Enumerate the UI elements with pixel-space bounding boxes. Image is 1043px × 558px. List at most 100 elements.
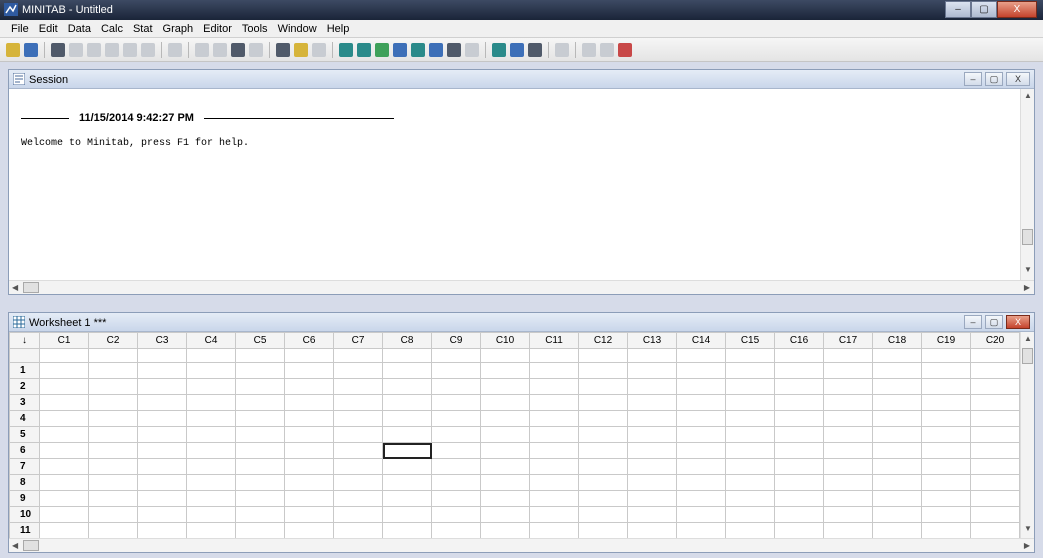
- data-cell[interactable]: [872, 394, 922, 411]
- data-cell[interactable]: [872, 506, 922, 523]
- data-cell[interactable]: [970, 426, 1020, 443]
- data-cell[interactable]: [284, 522, 334, 539]
- pen-icon[interactable]: [618, 42, 632, 57]
- data-cell[interactable]: [529, 362, 579, 379]
- data-cell[interactable]: [529, 490, 579, 507]
- column-header[interactable]: C17: [823, 332, 873, 349]
- session-close-button[interactable]: X: [1006, 72, 1030, 86]
- data-cell[interactable]: [627, 490, 677, 507]
- data-cell[interactable]: [921, 394, 971, 411]
- data-cell[interactable]: [529, 506, 579, 523]
- data-cell[interactable]: [774, 410, 824, 427]
- data-cell[interactable]: [382, 394, 432, 411]
- data-cell[interactable]: [578, 490, 628, 507]
- scroll-left-icon[interactable]: ◀: [12, 541, 18, 550]
- data-cell[interactable]: [823, 426, 873, 443]
- data-cell[interactable]: [970, 410, 1020, 427]
- data-cell[interactable]: [823, 458, 873, 475]
- edit-last-dialog-icon[interactable]: [168, 42, 182, 57]
- data-cell[interactable]: [382, 410, 432, 427]
- data-cell[interactable]: [627, 458, 677, 475]
- data-cell[interactable]: [627, 522, 677, 539]
- column-icon[interactable]: [510, 42, 524, 57]
- data-cell[interactable]: [774, 506, 824, 523]
- data-cell[interactable]: [39, 378, 89, 395]
- data-cell[interactable]: [676, 442, 726, 459]
- data-cell[interactable]: [627, 394, 677, 411]
- data-cell[interactable]: [137, 378, 187, 395]
- print-icon[interactable]: [51, 42, 65, 57]
- scroll-down-icon[interactable]: ▼: [1024, 265, 1032, 274]
- data-cell[interactable]: [480, 458, 530, 475]
- data-cell[interactable]: [823, 362, 873, 379]
- data-cell[interactable]: [578, 522, 628, 539]
- column-name-cell[interactable]: [186, 348, 236, 363]
- column-name-cell[interactable]: [578, 348, 628, 363]
- worksheet-hscroll-thumb[interactable]: [23, 540, 39, 551]
- data-cell[interactable]: [725, 522, 775, 539]
- menu-window[interactable]: Window: [273, 23, 322, 35]
- data-cell[interactable]: [480, 362, 530, 379]
- data-cell[interactable]: [137, 474, 187, 491]
- scroll-up-icon[interactable]: ▲: [1024, 91, 1032, 100]
- close-button[interactable]: X: [997, 1, 1037, 18]
- data-cell[interactable]: [137, 506, 187, 523]
- data-cell[interactable]: [921, 506, 971, 523]
- column-header[interactable]: C4: [186, 332, 236, 349]
- data-cell[interactable]: [823, 378, 873, 395]
- previous-icon[interactable]: [195, 42, 209, 57]
- column-header[interactable]: C3: [137, 332, 187, 349]
- data-cell[interactable]: [382, 490, 432, 507]
- data-cell[interactable]: [235, 458, 285, 475]
- data-cell[interactable]: [872, 474, 922, 491]
- data-cell[interactable]: [88, 458, 138, 475]
- related-docs-icon[interactable]: [447, 42, 461, 57]
- stat-guide-icon[interactable]: [312, 42, 326, 57]
- data-cell[interactable]: [823, 394, 873, 411]
- scroll-left-icon[interactable]: ◀: [12, 283, 18, 292]
- data-cell[interactable]: [235, 362, 285, 379]
- column-header[interactable]: C5: [235, 332, 285, 349]
- data-cell[interactable]: [431, 426, 481, 443]
- column-name-cell[interactable]: [823, 348, 873, 363]
- row-header[interactable]: 3: [9, 394, 40, 411]
- column-name-cell[interactable]: [382, 348, 432, 363]
- data-cell[interactable]: [186, 362, 236, 379]
- data-cell[interactable]: [88, 490, 138, 507]
- menu-edit[interactable]: Edit: [34, 23, 63, 35]
- data-cell[interactable]: [627, 378, 677, 395]
- data-cell[interactable]: [284, 474, 334, 491]
- row-header[interactable]: 7: [9, 458, 40, 475]
- column-header[interactable]: C18: [872, 332, 922, 349]
- column-header[interactable]: C19: [921, 332, 971, 349]
- column-header[interactable]: C7: [333, 332, 383, 349]
- data-cell[interactable]: [431, 410, 481, 427]
- data-cell[interactable]: [627, 442, 677, 459]
- column-name-cell[interactable]: [333, 348, 383, 363]
- column-header[interactable]: C11: [529, 332, 579, 349]
- column-name-cell[interactable]: [627, 348, 677, 363]
- data-cell[interactable]: [872, 378, 922, 395]
- column-header[interactable]: C20: [970, 332, 1020, 349]
- maximize-button[interactable]: ▢: [971, 1, 997, 18]
- data-cell[interactable]: [333, 442, 383, 459]
- data-cell[interactable]: [382, 426, 432, 443]
- data-cell[interactable]: [921, 490, 971, 507]
- data-cell[interactable]: [333, 506, 383, 523]
- data-cell[interactable]: [39, 394, 89, 411]
- data-cell[interactable]: [382, 378, 432, 395]
- data-cell[interactable]: [823, 522, 873, 539]
- data-cell[interactable]: [970, 442, 1020, 459]
- data-cell[interactable]: [921, 442, 971, 459]
- worksheet-close-button[interactable]: X: [1006, 315, 1030, 329]
- data-cell[interactable]: [725, 378, 775, 395]
- data-cell[interactable]: [39, 474, 89, 491]
- menu-file[interactable]: File: [6, 23, 34, 35]
- session-minimize-button[interactable]: –: [964, 72, 982, 86]
- column-header[interactable]: C1: [39, 332, 89, 349]
- data-cell[interactable]: [529, 378, 579, 395]
- data-cell[interactable]: [774, 490, 824, 507]
- data-cell[interactable]: [774, 394, 824, 411]
- row-header[interactable]: 6: [9, 442, 40, 459]
- data-cell[interactable]: [431, 362, 481, 379]
